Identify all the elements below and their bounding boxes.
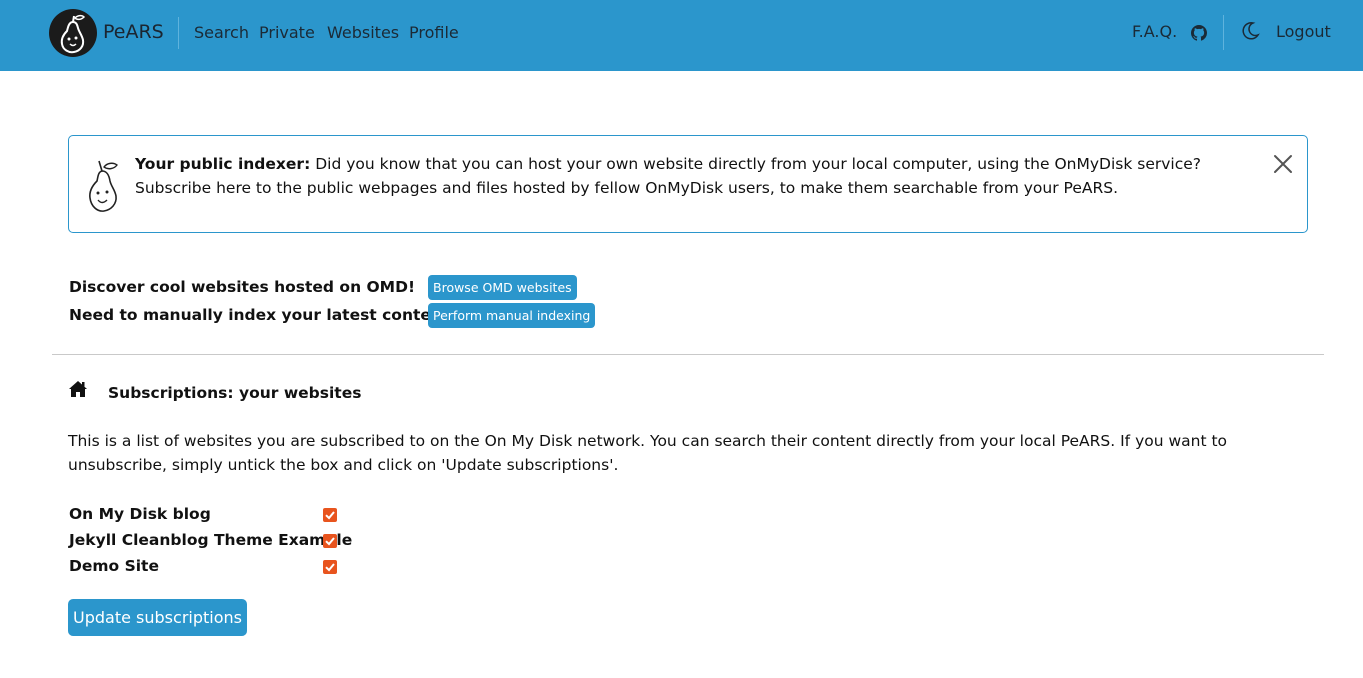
- pear-icon: [86, 155, 122, 215]
- nav-link-faq[interactable]: F.A.Q.: [1132, 22, 1177, 42]
- nav-link-private[interactable]: Private: [259, 23, 315, 43]
- perform-manual-indexing-button[interactable]: Perform manual indexing: [428, 303, 596, 328]
- nav-link-websites[interactable]: Websites: [327, 23, 399, 43]
- brand-name[interactable]: PeARS: [103, 20, 164, 44]
- github-icon[interactable]: [1191, 25, 1207, 41]
- divider: [52, 354, 1324, 355]
- nav-divider: [178, 17, 179, 49]
- discover-label: Discover cool websites hosted on OMD!: [69, 278, 416, 296]
- subscription-checkbox[interactable]: [323, 560, 337, 574]
- close-icon[interactable]: [1272, 153, 1294, 175]
- top-navbar: PeARS Search Private Websites Profile F.…: [0, 0, 1363, 71]
- home-icon: [68, 380, 88, 398]
- browse-omd-websites-button[interactable]: Browse OMD websites: [428, 275, 577, 300]
- site-label: Demo Site: [69, 557, 159, 575]
- manual-index-label: Need to manually index your latest conte…: [69, 306, 459, 324]
- nav-link-profile[interactable]: Profile: [409, 23, 459, 43]
- moon-icon[interactable]: [1240, 21, 1260, 41]
- nav-link-search[interactable]: Search: [194, 23, 249, 43]
- alert-message: Your public indexer: Did you know that y…: [135, 152, 1245, 200]
- site-label: On My Disk blog: [69, 505, 211, 523]
- nav-divider: [1223, 15, 1224, 50]
- subscription-checkbox[interactable]: [323, 534, 337, 548]
- subscription-checkbox[interactable]: [323, 508, 337, 522]
- logout-link[interactable]: Logout: [1276, 22, 1331, 42]
- pear-logo-icon[interactable]: [49, 9, 97, 57]
- alert-title: Your public indexer:: [135, 155, 311, 173]
- subscriptions-title: Subscriptions: your websites: [108, 384, 362, 402]
- update-subscriptions-button[interactable]: Update subscriptions: [68, 599, 247, 636]
- subscriptions-description: This is a list of websites you are subsc…: [68, 432, 1228, 474]
- site-label: Jekyll Cleanblog Theme Example: [69, 531, 353, 549]
